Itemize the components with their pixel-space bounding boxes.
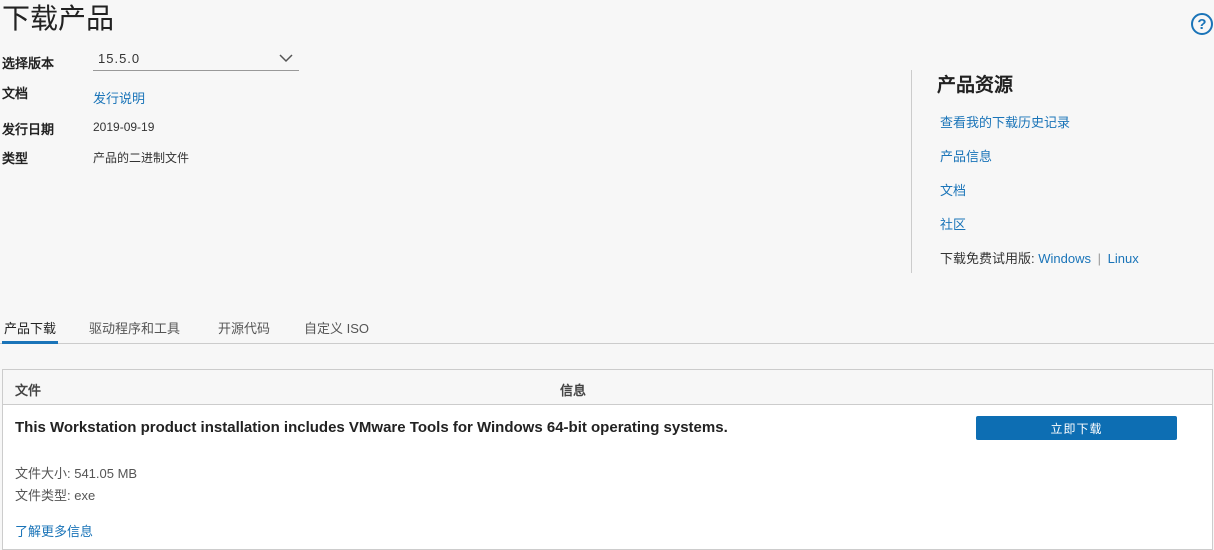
tab-custom-iso[interactable]: 自定义 ISO <box>304 318 369 344</box>
tab-product-download[interactable]: 产品下载 <box>2 318 59 344</box>
chevron-down-icon <box>279 54 293 63</box>
trial-windows-link[interactable]: Windows <box>1038 251 1091 266</box>
release-date-value: 2019-09-19 <box>93 120 155 134</box>
version-select[interactable]: 15.5.0 <box>93 49 299 71</box>
type-value: 产品的二进制文件 <box>93 151 190 165</box>
learn-more-link[interactable]: 了解更多信息 <box>15 521 93 540</box>
trial-separator: | <box>1097 251 1102 266</box>
community-link[interactable]: 社区 <box>940 214 966 233</box>
download-table: 文件 信息 This Workstation product installat… <box>2 369 1213 550</box>
documentation-link[interactable]: 文档 <box>940 180 966 199</box>
page-title: 下载产品 <box>2 3 115 34</box>
resources-title: 产品资源 <box>937 75 1014 96</box>
column-header-file: 文件 <box>15 383 42 398</box>
release-notes-link[interactable]: 发行说明 <box>93 88 145 107</box>
release-date-label: 发行日期 <box>2 122 55 137</box>
version-value: 15.5.0 <box>98 51 141 66</box>
docs-label: 文档 <box>2 86 29 101</box>
tab-drivers-tools[interactable]: 驱动程序和工具 <box>89 318 180 344</box>
table-header: 文件 信息 <box>3 370 1212 405</box>
file-description: This Workstation product installation in… <box>15 419 728 436</box>
tab-bar: 产品下载 驱动程序和工具 开源代码 自定义 ISO <box>0 310 1214 344</box>
version-label: 选择版本 <box>2 56 55 71</box>
trial-label: 下载免费试用版: <box>940 251 1035 266</box>
download-now-button[interactable]: 立即下载 <box>976 416 1177 440</box>
download-history-link[interactable]: 查看我的下载历史记录 <box>940 112 1070 131</box>
trial-download-row: 下载免费试用版: Windows | Linux <box>940 248 1139 267</box>
question-circle-icon[interactable]: ? <box>1191 13 1213 35</box>
type-label: 类型 <box>2 151 29 166</box>
trial-linux-link[interactable]: Linux <box>1108 251 1139 266</box>
product-resources-panel: 产品资源 查看我的下载历史记录 产品信息 文档 社区 下载免费试用版: Wind… <box>911 70 1139 273</box>
tab-open-source[interactable]: 开源代码 <box>218 318 270 344</box>
file-type: 文件类型: exe <box>15 488 96 503</box>
column-header-info: 信息 <box>560 383 587 398</box>
file-size: 文件大小: 541.05 MB <box>15 466 138 481</box>
product-info-link[interactable]: 产品信息 <box>940 146 992 165</box>
